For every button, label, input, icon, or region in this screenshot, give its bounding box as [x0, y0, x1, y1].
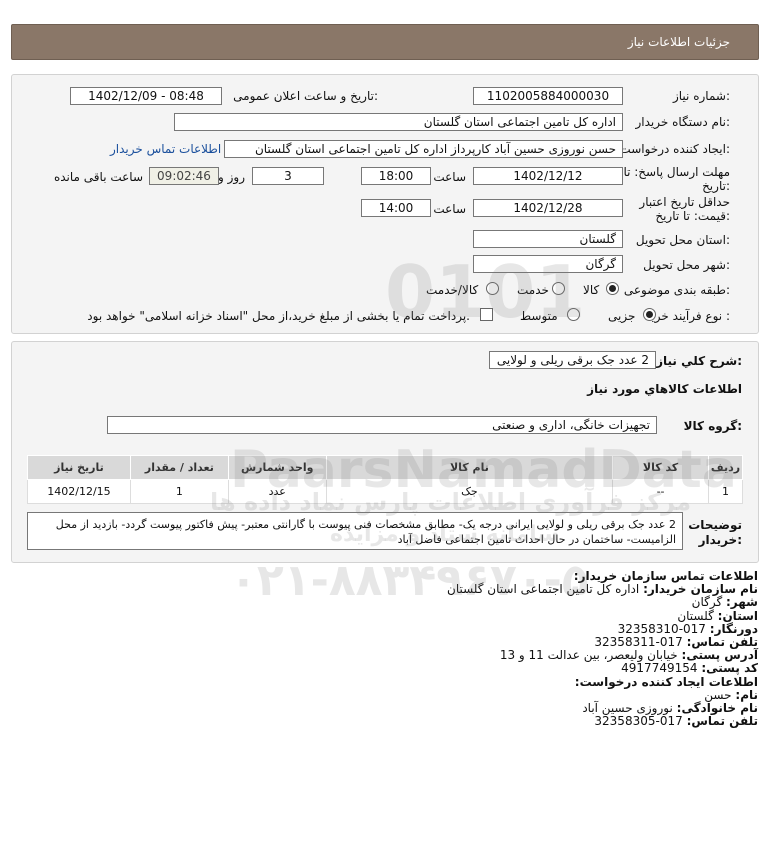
need-no-field: 1102005884000030 [473, 87, 623, 105]
pub-date-label: تاریخ و ساعت اعلان عمومی: [233, 89, 378, 103]
category-goods-label: کالا [583, 283, 600, 297]
buyer-desc-label: توضیحات [688, 518, 742, 532]
pub-date-field: 1402/12/09 - 08:48 [70, 87, 222, 105]
goods-table: تاریخ نیاز تعداد / مقدار واحد شمارش نام … [27, 455, 744, 504]
days-field: 3 [252, 167, 324, 185]
col-name: نام کالا [325, 455, 614, 480]
creator-label: ایجاد کننده درخواست: [619, 142, 730, 156]
col-unit: واحد شمارش [227, 455, 327, 480]
send-deadline-label-2: تاریخ: [702, 179, 730, 193]
creator-field: حسن نوروزی حسین آباد کارپرداز اداره کل ت… [224, 140, 623, 158]
creator-contact-title: اطلاعات ایجاد کننده درخواست: [574, 674, 758, 689]
province-field: گلستان [473, 230, 623, 248]
category-goods-radio[interactable] [606, 282, 619, 295]
category-service-label: خدمت [517, 283, 549, 297]
send-time-label: ساعت [433, 170, 466, 184]
remaining-time-field: 09:02:46 [149, 167, 219, 185]
cell-name: جک [325, 479, 614, 504]
remaining-label: ساعت باقی مانده [53, 170, 143, 184]
process-medium-label: متوسط [520, 309, 558, 323]
validity-date-field: 1402/12/28 [473, 199, 623, 217]
col-qty: تعداد / مقدار [129, 455, 229, 480]
category-both-radio[interactable] [486, 282, 499, 295]
treasury-checkbox[interactable] [480, 308, 493, 321]
cell-code: -- [612, 479, 709, 504]
city-field: گرگان [473, 255, 623, 273]
buyer-desc-label-2: خریدار: [698, 533, 742, 547]
buyer-contact-link[interactable]: اطلاعات تماس خریدار [110, 142, 221, 156]
city-label: شهر محل تحویل: [643, 258, 730, 272]
col-row: ردیف [707, 455, 744, 480]
province-label: استان محل تحویل: [635, 233, 730, 247]
table-row: 1402/12/15 1 عدد جک -- 1 [27, 479, 744, 504]
col-date: تاریخ نیاز [27, 455, 131, 480]
send-deadline-label: مهلت ارسال پاسخ: تا [623, 165, 730, 179]
validity-label: حداقل تاریخ اعتبار [639, 195, 730, 209]
process-small-radio[interactable] [643, 308, 656, 321]
send-date-field: 1402/12/12 [473, 167, 623, 185]
summary-field: 2 عدد جک برقی ریلی و لولایی [489, 351, 656, 369]
validity-time-label: ساعت [433, 202, 466, 216]
summary-label: شرح کلي نياز: [656, 354, 742, 368]
treasury-note: پرداخت تمام یا بخشی از مبلغ خرید،از محل … [87, 309, 470, 323]
city-line: شهر: گرگان [691, 595, 758, 610]
process-label: نوع فرآیند خرید : [645, 309, 730, 323]
contact-section: اطلاعات تماس سازمان خریدار: نام سازمان خ… [38, 569, 758, 729]
process-small-label: جزیی [608, 309, 636, 323]
category-label: طبقه بندی موضوعی: [623, 283, 730, 297]
send-time-field: 18:00 [361, 167, 431, 185]
buyer-name-line: نام سازمان خریدار: اداره کل تامین اجتماع… [447, 582, 758, 597]
need-no-label: شماره نیاز: [672, 89, 730, 103]
cell-row: 1 [707, 479, 744, 504]
goods-info-title: اطلاعات کالاهاي مورد نياز [587, 382, 742, 396]
validity-label-2: قیمت: تا تاریخ: [655, 209, 730, 223]
goods-group-label: گروه کالا: [683, 419, 742, 433]
cell-date: 1402/12/15 [27, 479, 131, 504]
buyer-desc-field: 2 عدد جک برقی ریلی و لولایی ایرانی درجه … [27, 512, 683, 550]
goods-group-field: تجهیزات خانگی، اداری و صنعتی [107, 416, 657, 434]
cell-unit: عدد [227, 479, 327, 504]
category-service-radio[interactable] [552, 282, 565, 295]
category-both-label: کالا/خدمت [426, 283, 479, 297]
cell-qty: 1 [129, 479, 229, 504]
page-header: جزئیات اطلاعات نیاز [11, 24, 759, 60]
creator-phone-line: تلفن تماس: 017-32358305 [594, 714, 758, 729]
validity-time-field: 14:00 [361, 199, 431, 217]
buyer-field: اداره کل تامین اجتماعی استان گلستان [174, 113, 623, 131]
days-label: روز و [218, 170, 245, 184]
postal-line: کد پستی: 4917749154 [621, 661, 758, 676]
process-medium-radio[interactable] [567, 308, 580, 321]
page-title: جزئیات اطلاعات نیاز [627, 35, 730, 49]
details-panel: شماره نیاز: 1102005884000030 تاریخ و ساع… [11, 74, 759, 334]
buyer-label: نام دستگاه خریدار: [635, 115, 731, 129]
table-header-row: تاریخ نیاز تعداد / مقدار واحد شمارش نام … [27, 455, 744, 480]
col-code: کد کالا [612, 455, 709, 480]
